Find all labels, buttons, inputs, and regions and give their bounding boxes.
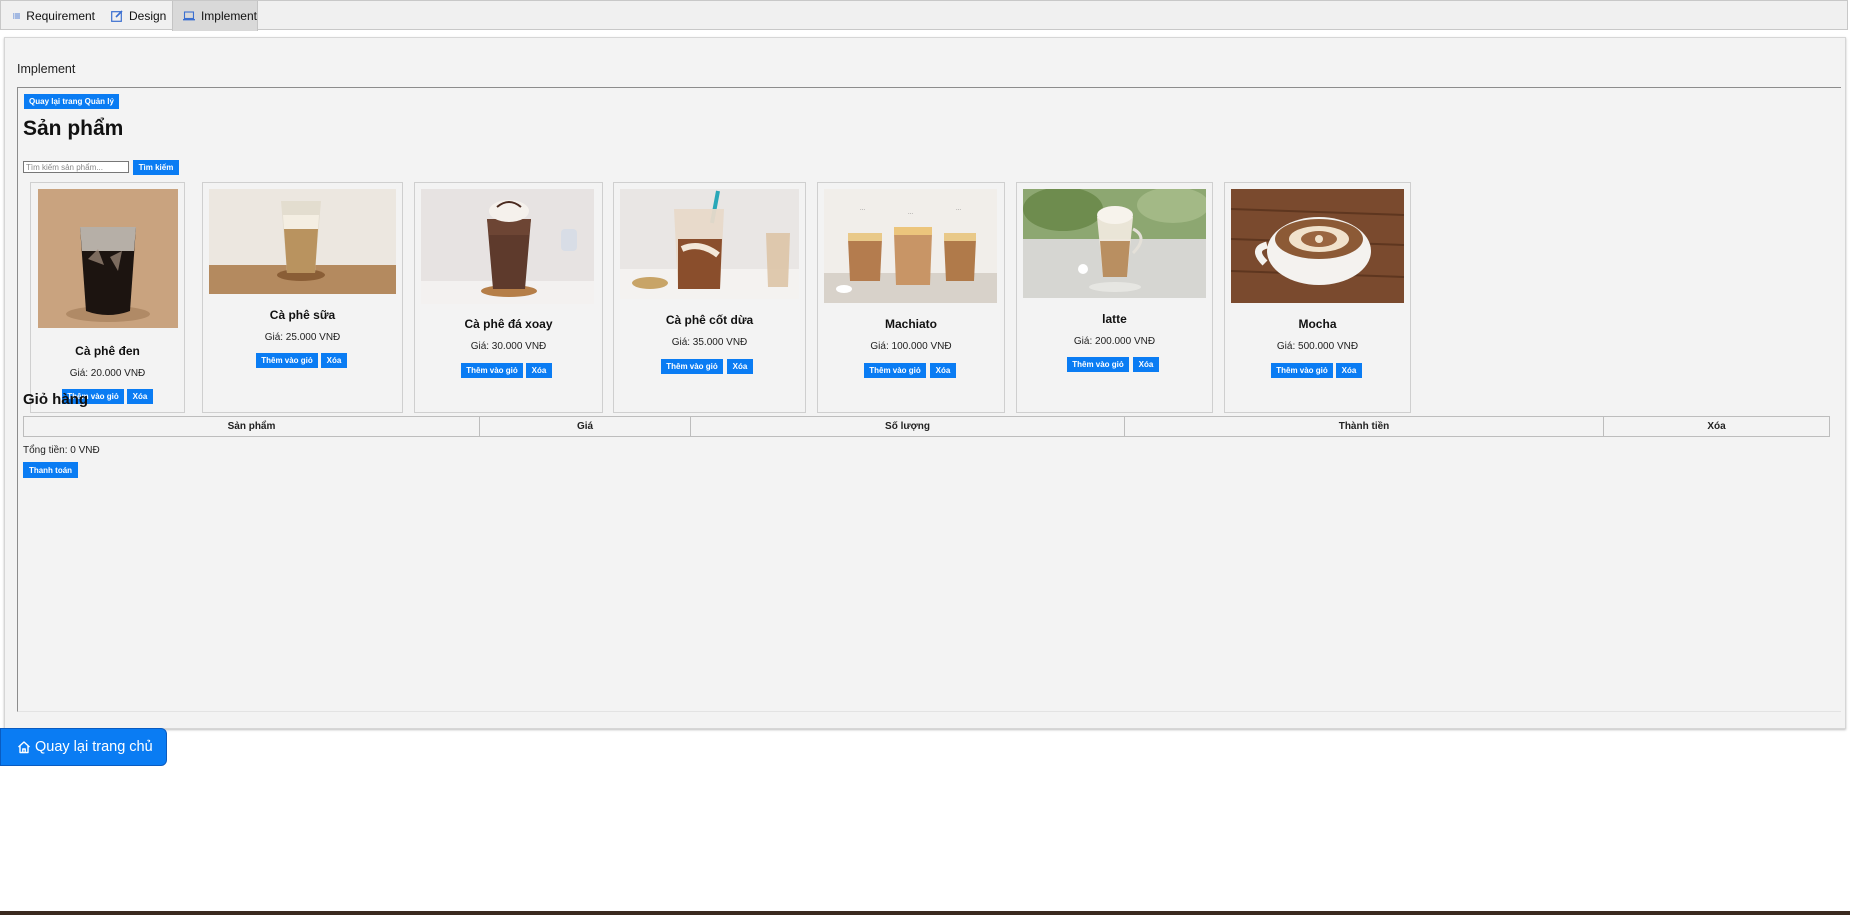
page-bottom-edge: [0, 911, 1850, 915]
search-input[interactable]: [23, 161, 129, 173]
product-price: Giá: 35.000 VNĐ: [671, 337, 748, 348]
add-to-cart-button[interactable]: Thêm vào giỏ: [1271, 363, 1333, 378]
home-icon: [18, 741, 30, 754]
cart-col-product: Sản phẩm: [23, 416, 480, 437]
svg-text:···: ···: [908, 211, 913, 217]
checkout-button[interactable]: Thanh toán: [23, 462, 78, 478]
add-to-cart-button[interactable]: Thêm vào giỏ: [661, 359, 723, 374]
cart-header-row: Sản phẩm Giá Số lượng Thành tiền Xóa: [23, 416, 1830, 437]
list-icon: [13, 13, 21, 19]
delete-product-button[interactable]: Xóa: [321, 353, 347, 368]
product-name: Cà phê sữa: [269, 308, 336, 322]
product-price: Giá: 100.000 VNĐ: [870, 341, 952, 352]
product-image: [209, 189, 396, 294]
product-price: Giá: 20.000 VNĐ: [69, 368, 146, 379]
products-heading: Sản phẩm: [23, 117, 124, 140]
back-to-admin-button[interactable]: Quay lại trang Quản lý: [24, 94, 119, 109]
tab-requirement-label: Requirement: [26, 9, 95, 23]
product-name: Cà phê cốt dừa: [665, 313, 754, 327]
cart-col-quantity: Số lượng: [690, 416, 1125, 437]
home-button-label: Quay lại trang chủ: [35, 739, 153, 755]
section-title: Implement: [17, 62, 76, 76]
delete-product-button[interactable]: Xóa: [526, 363, 552, 378]
app-frame: Quay lại trang Quản lý Sản phẩm Tìm kiếm…: [17, 87, 1841, 712]
cart-total: Tổng tiền: 0 VNĐ: [23, 445, 100, 456]
svg-text:···: ···: [860, 207, 865, 213]
product-name: Mocha: [1298, 317, 1337, 331]
add-to-cart-button[interactable]: Thêm vào giỏ: [864, 363, 926, 378]
product-card: Cà phê cốt dừa Giá: 35.000 VNĐ Thêm vào …: [613, 182, 806, 413]
product-card: Cà phê đá xoay Giá: 30.000 VNĐ Thêm vào …: [414, 182, 603, 413]
delete-product-button[interactable]: Xóa: [930, 363, 956, 378]
product-price: Giá: 500.000 VNĐ: [1276, 341, 1359, 352]
product-name: latte: [1102, 312, 1127, 326]
laptop-icon: [183, 11, 195, 21]
product-image: [1023, 189, 1206, 298]
add-to-cart-button[interactable]: Thêm vào giỏ: [256, 353, 318, 368]
tab-implement[interactable]: Implement: [172, 1, 258, 31]
product-image: [38, 189, 178, 328]
cart-col-subtotal: Thành tiền: [1124, 416, 1604, 437]
tab-requirement[interactable]: Requirement: [1, 1, 95, 31]
product-name: Cà phê đen: [75, 344, 140, 358]
tab-bar: Requirement Design Implement: [0, 0, 1848, 31]
delete-product-button[interactable]: Xóa: [727, 359, 753, 374]
cart-col-price: Giá: [479, 416, 691, 437]
cart-table: Sản phẩm Giá Số lượng Thành tiền Xóa: [23, 416, 1830, 437]
product-name: Cà phê đá xoay: [464, 317, 553, 331]
implement-panel: Implement Quay lại trang Quản lý Sản phẩ…: [4, 37, 1846, 729]
product-image: [421, 189, 594, 304]
tab-implement-label: Implement: [200, 9, 257, 23]
delete-product-button[interactable]: Xóa: [127, 389, 153, 404]
tab-design[interactable]: Design: [99, 1, 171, 31]
product-image: [620, 189, 799, 299]
add-to-cart-button[interactable]: Thêm vào giỏ: [461, 363, 523, 378]
product-card: latte Giá: 200.000 VNĐ Thêm vào giỏ Xóa: [1016, 182, 1213, 413]
product-price: Giá: 200.000 VNĐ: [1073, 336, 1156, 347]
product-image: ··· ··· ···: [824, 189, 997, 303]
edit-icon: [111, 10, 123, 22]
product-image: [1231, 189, 1404, 303]
product-name: Machiato: [884, 317, 937, 331]
product-price: Giá: 30.000 VNĐ: [470, 341, 547, 352]
delete-product-button[interactable]: Xóa: [1336, 363, 1362, 378]
tab-design-label: Design: [129, 9, 167, 23]
svg-text:···: ···: [956, 207, 961, 213]
cart-col-delete: Xóa: [1603, 416, 1830, 437]
delete-product-button[interactable]: Xóa: [1133, 357, 1159, 372]
back-to-home-button[interactable]: Quay lại trang chủ: [0, 728, 167, 766]
product-card: Cà phê đen Giá: 20.000 VNĐ Thêm vào giỏ …: [30, 182, 185, 413]
product-card: Cà phê sữa Giá: 25.000 VNĐ Thêm vào giỏ …: [202, 182, 403, 413]
add-to-cart-button[interactable]: Thêm vào giỏ: [1067, 357, 1129, 372]
product-card: Mocha Giá: 500.000 VNĐ Thêm vào giỏ Xóa: [1224, 182, 1411, 413]
cart-heading: Giỏ hàng: [23, 391, 88, 408]
search-button[interactable]: Tìm kiếm: [133, 160, 179, 175]
product-price: Giá: 25.000 VNĐ: [264, 332, 341, 343]
product-card: ··· ··· ··· Machiato Giá: 100.000 VNĐ Th…: [817, 182, 1005, 413]
